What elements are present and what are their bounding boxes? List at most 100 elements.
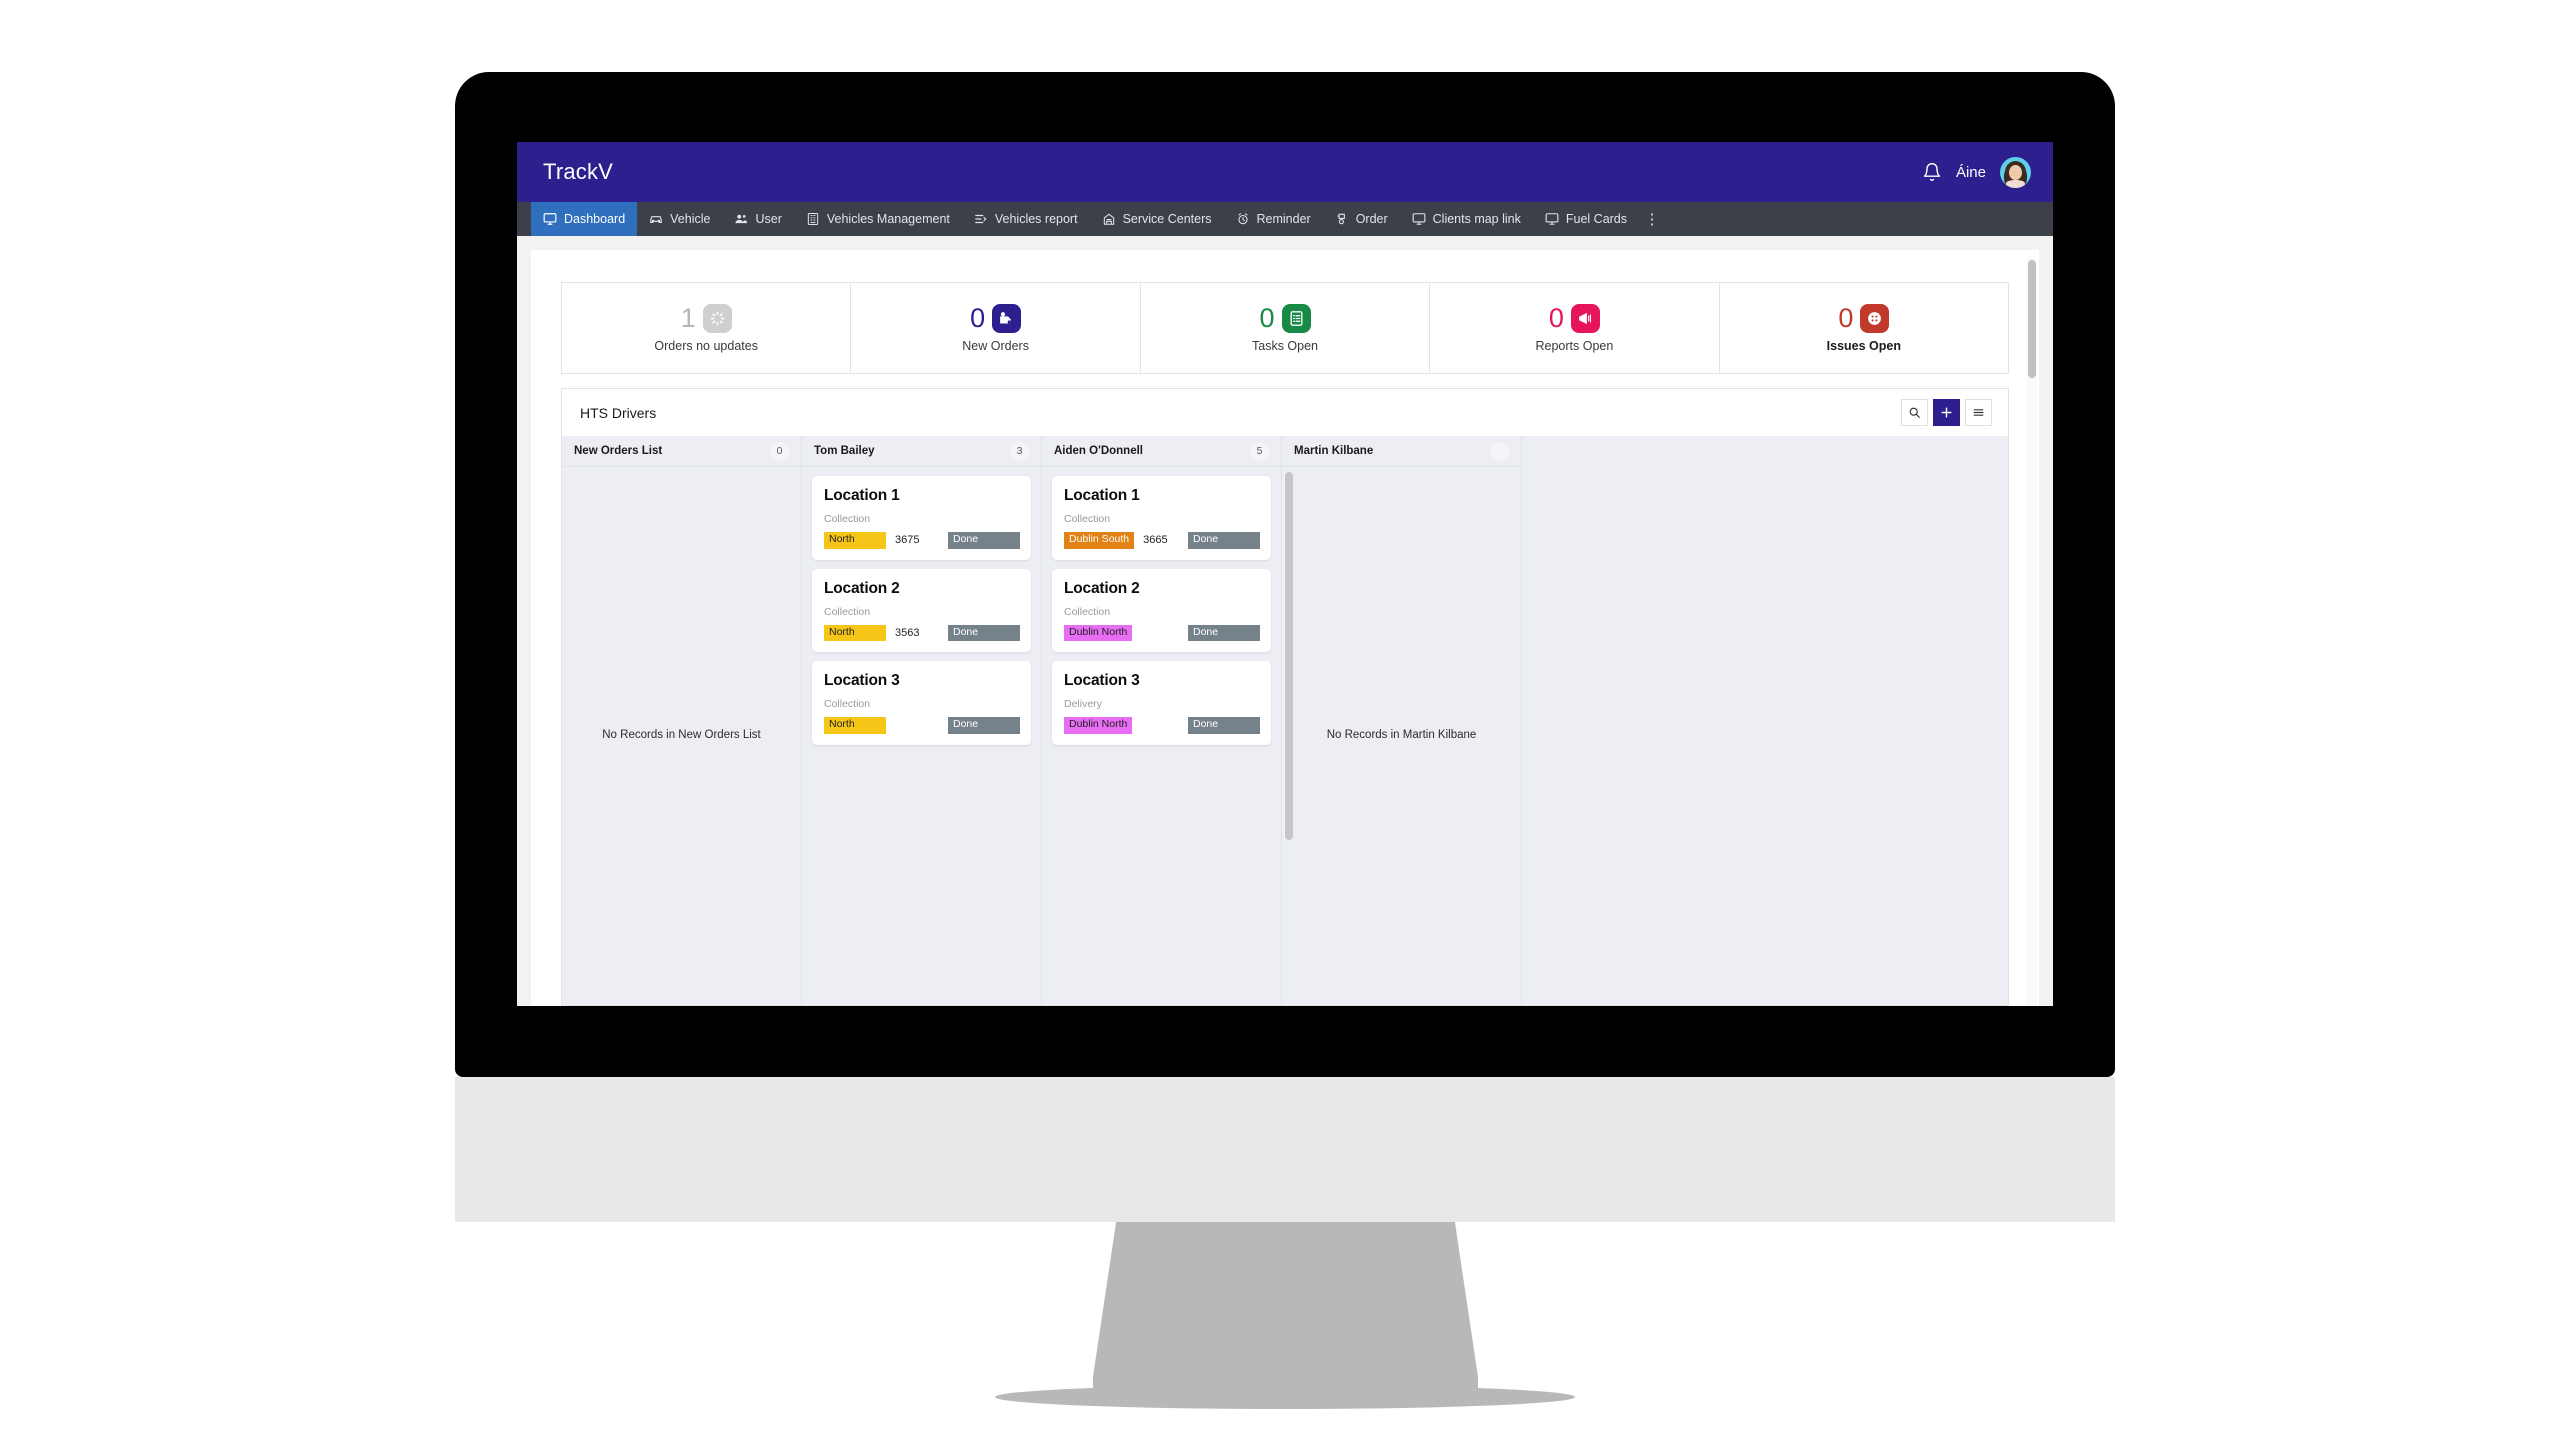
report-arrow-icon [974,212,988,226]
grid-list-icon [806,212,820,226]
kpi-top-row: 0 [970,302,1022,333]
nav-item-dashboard[interactable]: Dashboard [531,202,638,236]
user-name-label[interactable]: Áine [1956,164,1986,181]
megaphone-icon [1570,303,1600,333]
kpi-orders-no-updates[interactable]: 1 Orders no updates [562,283,852,373]
column-count-badge: 5 [1250,441,1269,461]
column-body[interactable]: Location 1 Collection Dublin South 3665 … [1042,467,1281,1005]
issues-dots-icon [1860,303,1890,333]
dashboard-content: 1 Orders no updates 0 New Orders 0 Tasks… [531,250,2039,1006]
kanban-card[interactable]: Location 2 Collection North 3563 Done [812,568,1031,653]
card-title: Location 2 [1064,579,1140,597]
nav-item-clients-map-link[interactable]: Clients map link [1400,202,1533,236]
nav-item-vehicles-report[interactable]: Vehicles report [962,202,1090,236]
kpi-value: 0 [970,302,986,333]
nav-label: Vehicle [670,212,711,226]
search-button[interactable] [1901,399,1928,426]
nav-item-order[interactable]: Order [1323,202,1400,236]
car-icon [649,212,663,226]
kanban-card[interactable]: Location 2 Collection Dublin North Done [1052,568,1271,653]
kpi-value: 0 [1259,302,1275,333]
card-title: Location 3 [1064,672,1140,690]
kanban-card[interactable]: Location 1 Collection North 3675 Done [812,476,1031,560]
monitor-stand-base [995,1385,1575,1409]
kpi-tasks-open[interactable]: 0 Tasks Open [1141,283,1431,373]
board-vertical-scrollbar[interactable] [1284,472,1293,840]
alarm-clock-icon [1236,212,1250,226]
nav-item-reminder[interactable]: Reminder [1224,202,1323,236]
kpi-label: Tasks Open [1252,338,1319,353]
column-body[interactable]: No Records in New Orders List [562,467,801,1005]
main-navigation: Dashboard Vehicle User Vehicles Manageme… [517,202,2053,236]
status-badge: Done [948,532,1020,549]
notifications-bell-icon[interactable] [1922,161,1942,183]
nav-item-service-centers[interactable]: Service Centers [1090,202,1224,236]
column-body[interactable]: Location 1 Collection North 3675 Done Lo… [802,467,1041,1005]
kanban-card[interactable]: Location 1 Collection Dublin South 3665 … [1052,476,1271,560]
monitor-icon [543,212,557,226]
monitor-stand-neck [1093,1222,1478,1402]
nav-label: Vehicles Management [826,212,950,226]
order-icon [1335,212,1349,226]
app-brand-logo[interactable]: TrackV [543,159,613,185]
kpi-reports-open[interactable]: 0 Reports Open [1430,283,1720,373]
card-meta-row: North 3563 Done [824,624,1020,642]
kanban-board: New Orders List 0 No Records in New Orde… [561,436,2009,1006]
screenshot-scene: TrackV Áine Dashboard Vehicle User Vehic… [0,0,2560,1440]
board-action-group [1901,399,1992,426]
nav-item-vehicle[interactable]: Vehicle [637,202,722,236]
nav-overflow-menu-icon[interactable]: ⋮ [1639,202,1665,236]
nav-item-user[interactable]: User [722,202,793,236]
card-number: 3675 [895,534,920,547]
status-badge: Done [1188,532,1260,549]
region-tag: Dublin North [1064,624,1133,642]
monitor-icon [1545,212,1559,226]
kpi-top-row: 0 [1259,302,1311,333]
column-count-badge [1490,441,1509,461]
kpi-value: 0 [1838,302,1854,333]
empty-state-message: No Records in New Orders List [602,729,761,742]
search-icon [1908,406,1921,419]
kpi-label: New Orders [962,338,1029,353]
new-order-icon [992,303,1022,333]
nav-item-vehicles-management[interactable]: Vehicles Management [794,202,962,236]
scrollbar-thumb[interactable] [2027,260,2036,378]
kanban-card[interactable]: Location 3 Collection North Done [812,661,1031,745]
kpi-new-orders[interactable]: 0 New Orders [851,283,1141,373]
browser-screen: TrackV Áine Dashboard Vehicle User Vehic… [517,142,2053,1006]
avatar[interactable] [2000,156,2031,188]
app-header: TrackV Áine [517,142,2053,202]
card-subtitle: Collection [1064,605,1111,618]
nav-label: Fuel Cards [1565,212,1628,226]
column-title: Martin Kilbane [1294,445,1374,457]
kpi-top-row: 0 [1838,302,1890,333]
kpi-label: Orders no updates [654,338,758,353]
column-header: Martin Kilbane [1282,436,1521,467]
column-title: New Orders List [574,445,663,457]
kanban-column-aiden-odonnell: Aiden O'Donnell 5 Location 1 Collection … [1042,436,1282,1005]
users-icon [734,212,748,226]
scrollbar-thumb[interactable] [1284,472,1293,840]
kanban-column-tom-bailey: Tom Bailey 3 Location 1 Collection North… [802,436,1042,1005]
page-vertical-scrollbar[interactable] [2026,256,2037,1006]
card-subtitle: Collection [824,698,871,711]
empty-state-message: No Records in Martin Kilbane [1326,729,1477,742]
column-body[interactable]: No Records in Martin Kilbane [1282,467,1521,1005]
card-subtitle: Delivery [1064,698,1102,711]
nav-item-fuel-cards[interactable]: Fuel Cards [1533,202,1639,236]
card-subtitle: Collection [824,605,871,618]
column-header: Tom Bailey 3 [802,436,1041,467]
column-count-badge: 0 [770,441,789,461]
kanban-card[interactable]: Location 3 Delivery Dublin North Done [1052,661,1271,745]
card-subtitle: Collection [1064,513,1111,525]
monitor-icon [1412,212,1426,226]
nav-label: Reminder [1256,212,1311,226]
region-tag: North [824,717,886,734]
column-title: Aiden O'Donnell [1054,445,1143,457]
add-button[interactable] [1933,399,1960,426]
board-menu-button[interactable] [1965,399,1992,426]
card-title: Location 1 [1064,487,1140,504]
plus-icon [1940,406,1953,419]
kpi-issues-open[interactable]: 0 Issues Open [1720,283,2008,373]
kpi-top-row: 1 [681,303,732,333]
